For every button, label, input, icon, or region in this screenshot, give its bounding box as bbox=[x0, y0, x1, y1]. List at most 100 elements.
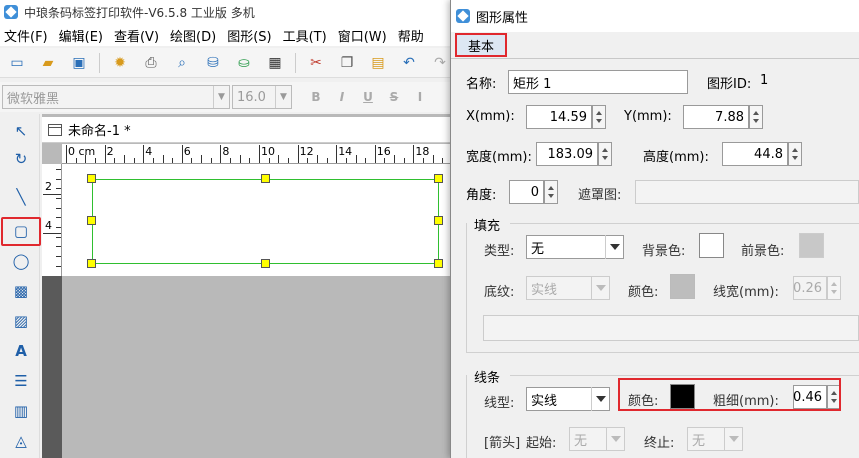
resize-handle-top[interactable] bbox=[261, 174, 270, 183]
resize-handle-bottom[interactable] bbox=[261, 259, 270, 268]
mask-image-field[interactable] bbox=[635, 180, 859, 204]
select-arrow-icon[interactable]: ↖ bbox=[8, 118, 34, 144]
font-name-value: 微软雅黑 bbox=[7, 91, 60, 107]
x-stepper[interactable] bbox=[592, 105, 606, 129]
foreground-color-label: 前景色: bbox=[741, 244, 785, 259]
ruler-minor-tick bbox=[162, 155, 164, 163]
line-tool-icon[interactable]: ╲ bbox=[8, 184, 34, 210]
rotate-icon[interactable]: ↻ bbox=[8, 146, 34, 172]
resize-handle-left[interactable] bbox=[87, 216, 96, 225]
ruler-minor-tick bbox=[123, 155, 125, 163]
chevron-down-icon bbox=[724, 427, 742, 451]
fill-preview-box bbox=[483, 315, 859, 341]
text-tool-icon[interactable]: A bbox=[8, 338, 34, 364]
menu-tools[interactable]: 工具(T) bbox=[283, 26, 327, 45]
database-icon[interactable]: ⛁ bbox=[202, 52, 224, 74]
ruler-h-label: 0 cm bbox=[68, 145, 96, 158]
undo-icon[interactable]: ↶ bbox=[398, 52, 420, 74]
angle-field[interactable]: 0 bbox=[509, 180, 544, 204]
ruler-h-label: 12 bbox=[299, 145, 314, 158]
ruler-minor-tick bbox=[355, 155, 357, 163]
fill-linewidth-stepper[interactable] bbox=[827, 276, 841, 300]
y-field[interactable]: 7.88 bbox=[683, 105, 749, 129]
foreground-color-swatch[interactable] bbox=[799, 233, 824, 258]
new-doc-icon[interactable]: ▭ bbox=[6, 52, 28, 74]
ruler-major-tick bbox=[143, 145, 145, 163]
resize-handle-bottom-right[interactable] bbox=[434, 259, 443, 268]
name-field[interactable]: 矩形 1 bbox=[508, 70, 688, 94]
angle-stepper[interactable] bbox=[544, 180, 558, 204]
grid-icon[interactable]: ▦ bbox=[264, 52, 286, 74]
database-connect-icon[interactable]: ⛀ bbox=[233, 52, 255, 74]
background-color-swatch[interactable] bbox=[699, 233, 724, 258]
italic-button[interactable]: I bbox=[332, 86, 352, 108]
ruler-minor-tick bbox=[432, 155, 434, 163]
resize-handle-bottom-left[interactable] bbox=[87, 259, 96, 268]
ruler-h-label: 18 bbox=[415, 145, 430, 158]
document-icon bbox=[48, 123, 62, 136]
barcode-tool-icon[interactable]: ▥ bbox=[8, 398, 34, 424]
ruler-h-label: 14 bbox=[338, 145, 353, 158]
height-stepper[interactable] bbox=[788, 142, 802, 166]
text-direction-button[interactable]: I bbox=[410, 86, 430, 108]
menu-file[interactable]: 文件(F) bbox=[4, 26, 48, 45]
label-canvas[interactable] bbox=[62, 164, 460, 276]
document-tab[interactable]: 未命名-1 * bbox=[42, 117, 460, 143]
horizontal-ruler-page-section: 0 cm2468101214161820 bbox=[62, 144, 482, 164]
save-icon[interactable]: ▣ bbox=[68, 52, 90, 74]
x-field[interactable]: 14.59 bbox=[526, 105, 592, 129]
ruler-minor-tick bbox=[384, 158, 386, 163]
resize-handle-top-right[interactable] bbox=[434, 174, 443, 183]
settings-gear-icon[interactable]: ✹ bbox=[109, 52, 131, 74]
document-tab-label: 未命名-1 * bbox=[68, 124, 131, 139]
menu-view[interactable]: 查看(V) bbox=[114, 26, 159, 45]
image-tool-icon[interactable]: ▩ bbox=[8, 278, 34, 304]
toolbar-separator bbox=[99, 52, 100, 73]
menu-window[interactable]: 窗口(W) bbox=[338, 26, 387, 45]
menu-edit[interactable]: 编辑(E) bbox=[59, 26, 103, 45]
y-stepper[interactable] bbox=[749, 105, 763, 129]
rich-text-tool-icon[interactable]: ☰ bbox=[8, 368, 34, 394]
fill-color-swatch[interactable] bbox=[670, 274, 695, 299]
print-preview-icon[interactable]: ⌕ bbox=[171, 52, 193, 74]
shape-tool-icon[interactable]: ◬ bbox=[8, 428, 34, 454]
mask-image-label: 遮罩图: bbox=[578, 188, 622, 203]
resize-handle-right[interactable] bbox=[434, 216, 443, 225]
font-size-select[interactable]: 16.0 ▼ bbox=[232, 85, 292, 109]
resize-handle-top-left[interactable] bbox=[87, 174, 96, 183]
ruler-major-tick bbox=[66, 145, 67, 163]
ruler-minor-tick bbox=[423, 158, 425, 163]
redo-icon[interactable]: ↷ bbox=[429, 52, 451, 74]
ruler-major-tick bbox=[104, 145, 106, 163]
menu-draw[interactable]: 绘图(D) bbox=[170, 26, 216, 45]
fill-linewidth-field[interactable]: 0.26 bbox=[793, 276, 827, 300]
ruler-minor-tick bbox=[133, 158, 135, 163]
open-folder-icon[interactable]: ▰ bbox=[37, 52, 59, 74]
font-name-select[interactable]: 微软雅黑 ▼ bbox=[2, 85, 230, 109]
paste-icon[interactable]: ▤ bbox=[367, 52, 389, 74]
selected-rectangle[interactable] bbox=[92, 179, 439, 264]
tab-basic[interactable]: 基本 bbox=[455, 33, 507, 57]
menu-shape[interactable]: 图形(S) bbox=[227, 26, 271, 45]
fill-type-value: 无 bbox=[531, 241, 545, 257]
cut-icon[interactable]: ✂ bbox=[305, 52, 327, 74]
ruler-major-tick bbox=[43, 194, 61, 195]
copy-icon[interactable]: ❐ bbox=[336, 52, 358, 74]
ruler-minor-tick bbox=[114, 158, 116, 163]
width-field[interactable]: 183.09 bbox=[536, 142, 598, 166]
bold-button[interactable]: B bbox=[306, 86, 326, 108]
arrow-end-label: 终止: bbox=[644, 436, 675, 451]
strikethrough-button[interactable]: S bbox=[384, 86, 404, 108]
dialog-title: 图形属性 bbox=[476, 10, 529, 26]
ellipse-tool-icon[interactable]: ◯ bbox=[8, 248, 34, 274]
print-icon[interactable]: ⎙ bbox=[140, 52, 162, 74]
height-field[interactable]: 44.8 bbox=[722, 142, 788, 166]
menu-help[interactable]: 帮助 bbox=[398, 26, 424, 45]
picture-tool-icon[interactable]: ▨ bbox=[8, 308, 34, 334]
dialog-titlebar: 图形属性 bbox=[451, 0, 859, 32]
width-stepper[interactable] bbox=[598, 142, 612, 166]
ruler-minor-tick bbox=[56, 169, 61, 170]
ruler-minor-tick bbox=[85, 155, 87, 163]
underline-button[interactable]: U bbox=[358, 86, 378, 108]
vertical-ruler: 24 bbox=[42, 164, 62, 458]
